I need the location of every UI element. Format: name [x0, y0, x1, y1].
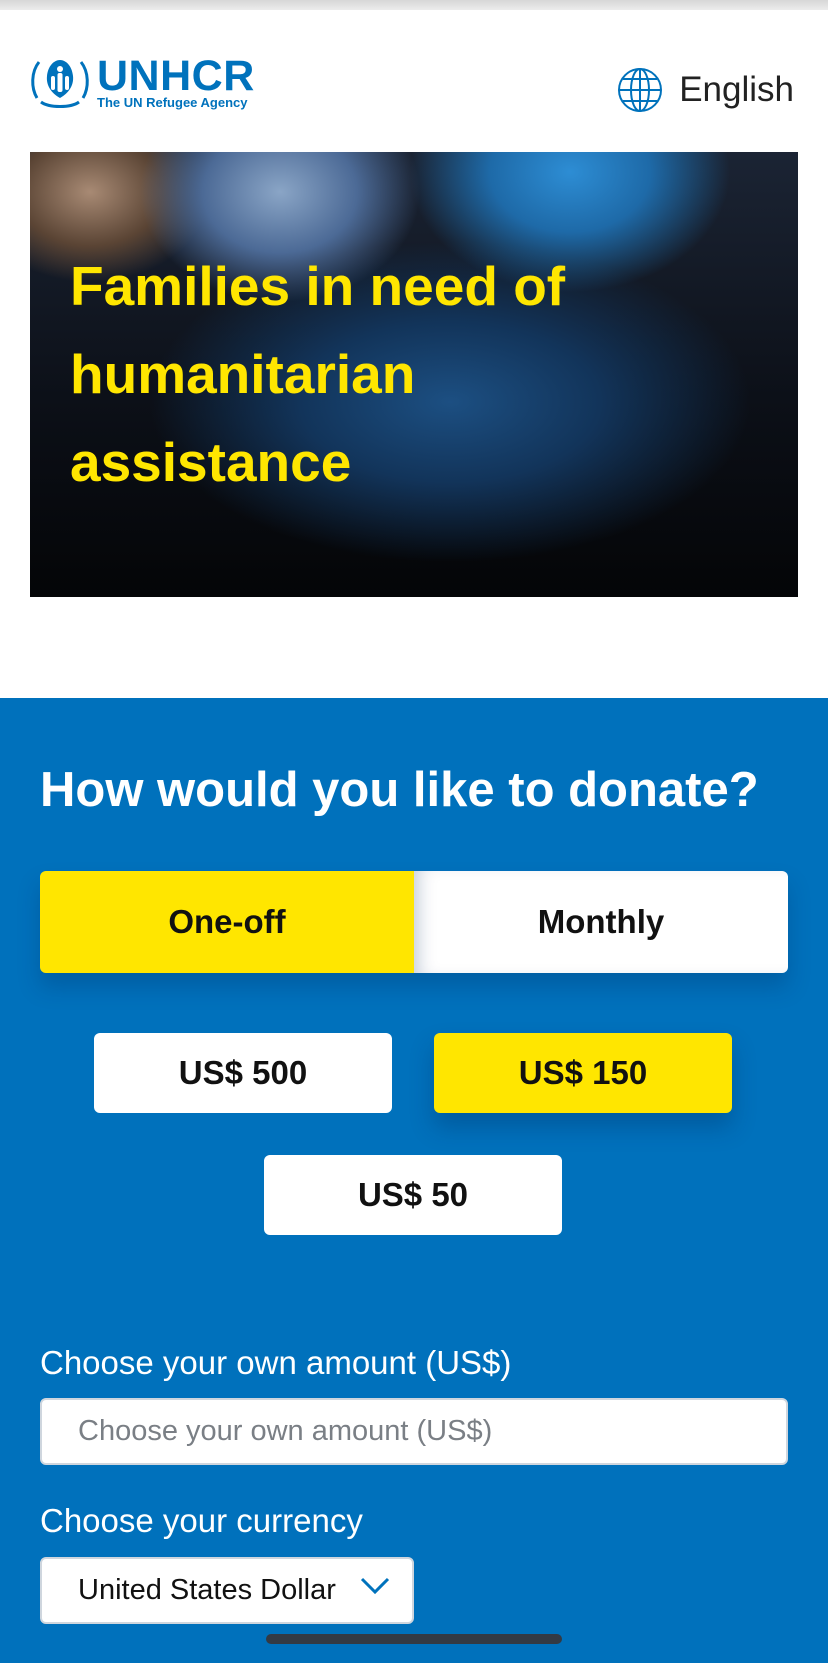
language-label: English — [679, 70, 794, 109]
unhcr-emblem-icon — [31, 60, 89, 108]
unhcr-logo[interactable]: UNHCR The UN Refugee Agency — [29, 52, 255, 116]
monthly-button[interactable]: Monthly — [414, 871, 788, 973]
logo-wordmark: UNHCR — [97, 52, 255, 100]
currency-label: Choose your currency — [40, 1502, 363, 1539]
currency-value: United States Dollar — [78, 1574, 336, 1606]
custom-amount-label: Choose your own amount (US$) — [40, 1344, 512, 1381]
frequency-toggle: One-off Monthly — [40, 871, 788, 973]
donate-heading: How would you like to donate? — [40, 763, 759, 817]
hero-title: Families in need of humanitarian assista… — [70, 255, 566, 493]
hero-image: Families in need of humanitarian assista… — [30, 152, 798, 597]
custom-amount-input[interactable] — [40, 1398, 788, 1465]
amount-50-button[interactable]: US$ 50 — [264, 1155, 562, 1235]
logo-tagline: The UN Refugee Agency — [97, 95, 248, 110]
amount-150-button[interactable]: US$ 150 — [434, 1033, 732, 1113]
language-selector[interactable]: English — [617, 67, 794, 113]
amount-500-button[interactable]: US$ 500 — [94, 1033, 392, 1113]
currency-select[interactable]: United States Dollar — [40, 1557, 414, 1624]
hero-section: Families in need of humanitarian assista… — [0, 152, 828, 698]
chevron-down-icon — [360, 1577, 390, 1595]
one-off-button[interactable]: One-off — [40, 871, 414, 973]
browser-top-edge — [0, 0, 828, 10]
globe-icon — [618, 68, 663, 112]
home-indicator — [266, 1634, 562, 1644]
site-header: UNHCR The UN Refugee Agency English — [0, 10, 828, 152]
